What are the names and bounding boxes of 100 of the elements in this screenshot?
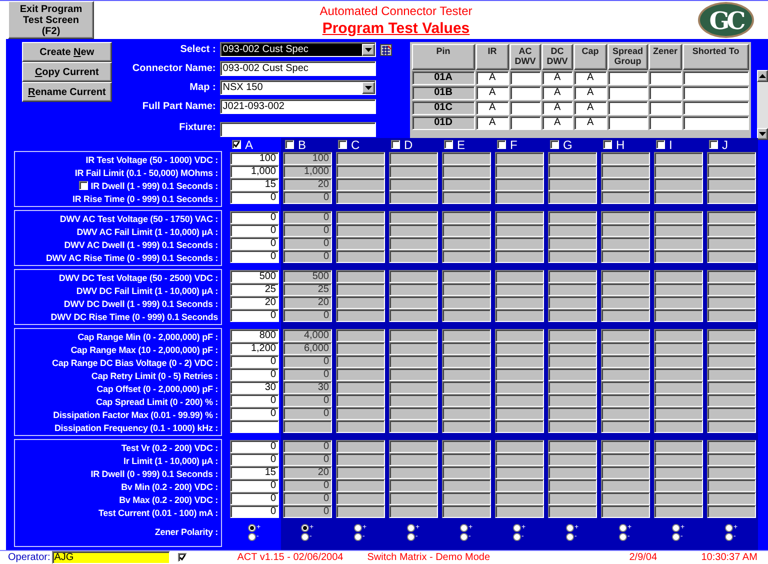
- value-field[interactable]: [601, 224, 650, 237]
- value-field[interactable]: [442, 466, 491, 479]
- table-cell[interactable]: [648, 86, 682, 100]
- checkbox[interactable]: [656, 140, 665, 149]
- value-field[interactable]: [654, 453, 703, 466]
- value-field[interactable]: [389, 342, 438, 355]
- value-field[interactable]: 0: [283, 224, 332, 237]
- value-field[interactable]: [442, 407, 491, 420]
- table-cell[interactable]: [682, 86, 749, 100]
- checkbox[interactable]: [497, 140, 506, 149]
- radio-button[interactable]: [512, 524, 520, 532]
- value-field[interactable]: 100: [283, 152, 332, 165]
- value-field[interactable]: [707, 283, 756, 296]
- value-field[interactable]: [601, 492, 650, 505]
- value-field[interactable]: 0: [230, 492, 279, 505]
- value-field[interactable]: [707, 440, 756, 453]
- value-field[interactable]: 1,200: [230, 342, 279, 355]
- value-field[interactable]: [601, 342, 650, 355]
- table-cell[interactable]: [682, 71, 749, 85]
- table-cell[interactable]: [608, 71, 648, 85]
- value-field[interactable]: 0: [230, 453, 279, 466]
- value-field[interactable]: [548, 191, 597, 204]
- value-field[interactable]: [389, 296, 438, 309]
- value-field[interactable]: [495, 466, 544, 479]
- radio-button[interactable]: [618, 532, 626, 540]
- value-field[interactable]: [336, 178, 385, 191]
- checkbox[interactable]: [78, 181, 88, 190]
- value-field[interactable]: 0: [230, 394, 279, 407]
- value-field[interactable]: 0: [283, 394, 332, 407]
- value-field[interactable]: [442, 296, 491, 309]
- radio-button[interactable]: [512, 532, 520, 540]
- value-field[interactable]: [442, 342, 491, 355]
- value-field[interactable]: [601, 394, 650, 407]
- value-field[interactable]: [495, 329, 544, 342]
- value-field[interactable]: [707, 505, 756, 518]
- value-field[interactable]: [442, 355, 491, 368]
- value-field[interactable]: [601, 211, 650, 224]
- value-field[interactable]: 1,000: [283, 165, 332, 178]
- value-field[interactable]: [654, 368, 703, 381]
- value-field[interactable]: 0: [283, 191, 332, 204]
- value-field[interactable]: [707, 381, 756, 394]
- value-field[interactable]: [389, 479, 438, 492]
- value-field[interactable]: [442, 224, 491, 237]
- value-field[interactable]: 0: [230, 211, 279, 224]
- radio-button[interactable]: [724, 532, 732, 540]
- value-field[interactable]: [442, 381, 491, 394]
- value-field[interactable]: [389, 329, 438, 342]
- value-field[interactable]: [601, 283, 650, 296]
- table-cell[interactable]: A: [542, 116, 573, 130]
- value-field[interactable]: [548, 270, 597, 283]
- value-field[interactable]: 0: [283, 479, 332, 492]
- value-field[interactable]: [442, 420, 491, 433]
- value-field[interactable]: [654, 381, 703, 394]
- value-field[interactable]: [654, 420, 703, 433]
- value-field[interactable]: [442, 165, 491, 178]
- value-field[interactable]: 20: [230, 296, 279, 309]
- radio-button[interactable]: [248, 524, 256, 532]
- value-field[interactable]: 0: [283, 237, 332, 250]
- radio-button[interactable]: [618, 524, 626, 532]
- value-field[interactable]: [654, 329, 703, 342]
- value-field[interactable]: [389, 440, 438, 453]
- value-field[interactable]: [495, 165, 544, 178]
- value-field[interactable]: [548, 224, 597, 237]
- value-field[interactable]: [601, 152, 650, 165]
- operator-field[interactable]: AJG: [52, 551, 170, 564]
- value-field[interactable]: [495, 407, 544, 420]
- value-field[interactable]: [707, 466, 756, 479]
- value-field[interactable]: [495, 440, 544, 453]
- radio-button[interactable]: [672, 524, 680, 532]
- value-field[interactable]: [336, 224, 385, 237]
- calendar-icon[interactable]: [380, 44, 392, 56]
- value-field[interactable]: [389, 505, 438, 518]
- value-field[interactable]: [548, 440, 597, 453]
- table-cell[interactable]: A: [574, 71, 607, 85]
- value-field[interactable]: 0: [230, 479, 279, 492]
- table-cell[interactable]: [510, 116, 541, 130]
- value-field[interactable]: 1,000: [230, 165, 279, 178]
- value-field[interactable]: [442, 453, 491, 466]
- value-field[interactable]: [495, 250, 544, 263]
- value-field[interactable]: [707, 211, 756, 224]
- dropdown-field[interactable]: 093-002 Cust Spec: [220, 42, 376, 57]
- value-field[interactable]: 0: [230, 224, 279, 237]
- value-field[interactable]: [389, 309, 438, 322]
- value-field[interactable]: 15: [230, 178, 279, 191]
- value-field[interactable]: [389, 250, 438, 263]
- value-field[interactable]: 0: [230, 250, 279, 263]
- value-field[interactable]: [707, 355, 756, 368]
- value-field[interactable]: 0: [283, 211, 332, 224]
- text-field[interactable]: 093-002 Cust Spec: [220, 61, 376, 76]
- value-field[interactable]: [389, 270, 438, 283]
- value-field[interactable]: [336, 505, 385, 518]
- value-field[interactable]: [389, 152, 438, 165]
- value-field[interactable]: 20: [283, 466, 332, 479]
- value-field[interactable]: [442, 191, 491, 204]
- value-field[interactable]: [548, 466, 597, 479]
- value-field[interactable]: [548, 309, 597, 322]
- value-field[interactable]: [707, 479, 756, 492]
- value-field[interactable]: [548, 237, 597, 250]
- value-field[interactable]: 0: [283, 368, 332, 381]
- table-cell[interactable]: A: [574, 116, 607, 130]
